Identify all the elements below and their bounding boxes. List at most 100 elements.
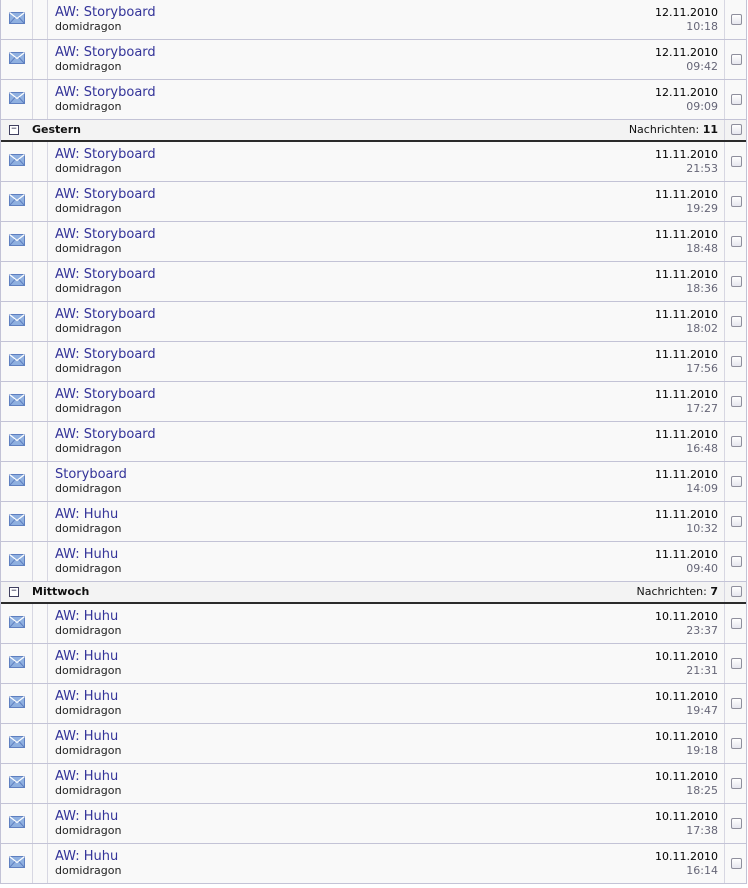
message-row[interactable]: AW: Storyboard domidragon 12.11.2010 10:…: [1, 0, 746, 40]
checkbox-cell: [724, 724, 746, 763]
message-date: 11.11.2010: [655, 508, 718, 521]
message-select-checkbox[interactable]: [731, 618, 742, 629]
checkbox-cell: [724, 422, 746, 461]
message-select-checkbox[interactable]: [731, 858, 742, 869]
message-select-checkbox[interactable]: [731, 54, 742, 65]
message-subject-link[interactable]: AW: Storyboard: [55, 45, 156, 60]
message-select-checkbox[interactable]: [731, 356, 742, 367]
status-cell: [33, 80, 48, 119]
message-icon-cell: [1, 644, 33, 683]
message-row[interactable]: AW: Huhu domidragon 11.11.2010 09:40: [1, 542, 746, 582]
message-select-checkbox[interactable]: [731, 196, 742, 207]
checkbox-cell: [724, 542, 746, 581]
message-row[interactable]: AW: Storyboard domidragon 11.11.2010 18:…: [1, 222, 746, 262]
message-select-checkbox[interactable]: [731, 396, 742, 407]
collapse-minus-icon[interactable]: −: [9, 125, 19, 135]
message-subject-link[interactable]: AW: Storyboard: [55, 267, 156, 282]
checkbox-cell: [724, 182, 746, 221]
message-row[interactable]: AW: Huhu domidragon 10.11.2010 18:25: [1, 764, 746, 804]
group-select-checkbox[interactable]: [731, 124, 742, 135]
message-select-checkbox[interactable]: [731, 436, 742, 447]
message-row[interactable]: AW: Huhu domidragon 10.11.2010 16:14: [1, 844, 746, 884]
message-subject-link[interactable]: AW: Huhu: [55, 609, 118, 624]
message-row[interactable]: AW: Storyboard domidragon 11.11.2010 16:…: [1, 422, 746, 462]
message-row[interactable]: AW: Storyboard domidragon 11.11.2010 18:…: [1, 262, 746, 302]
message-row[interactable]: AW: Storyboard domidragon 11.11.2010 17:…: [1, 342, 746, 382]
message-row[interactable]: AW: Storyboard domidragon 11.11.2010 18:…: [1, 302, 746, 342]
message-date: 10.11.2010: [655, 730, 718, 743]
message-select-checkbox[interactable]: [731, 738, 742, 749]
message-list: AW: Storyboard domidragon 12.11.2010 10:…: [0, 0, 747, 884]
message-row[interactable]: AW: Huhu domidragon 10.11.2010 23:37: [1, 604, 746, 644]
message-icon-cell: [1, 382, 33, 421]
message-subject-link[interactable]: AW: Storyboard: [55, 85, 156, 100]
message-select-checkbox[interactable]: [731, 698, 742, 709]
envelope-icon: [9, 474, 25, 486]
message-time: 18:02: [686, 322, 718, 335]
message-subject-link[interactable]: AW: Huhu: [55, 729, 118, 744]
message-subject-link[interactable]: AW: Huhu: [55, 689, 118, 704]
message-row[interactable]: AW: Storyboard domidragon 11.11.2010 21:…: [1, 142, 746, 182]
message-row[interactable]: AW: Storyboard domidragon 12.11.2010 09:…: [1, 80, 746, 120]
message-subject-link[interactable]: AW: Storyboard: [55, 227, 156, 242]
envelope-icon: [9, 194, 25, 206]
message-date: 11.11.2010: [655, 348, 718, 361]
message-subject-link[interactable]: AW: Huhu: [55, 547, 118, 562]
message-row[interactable]: AW: Huhu domidragon 11.11.2010 10:32: [1, 502, 746, 542]
message-row[interactable]: Storyboard domidragon 11.11.2010 14:09: [1, 462, 746, 502]
message-row[interactable]: AW: Storyboard domidragon 11.11.2010 17:…: [1, 382, 746, 422]
status-cell: [33, 604, 48, 643]
message-time: 23:37: [686, 624, 718, 637]
checkbox-cell: [724, 0, 746, 39]
message-row[interactable]: AW: Huhu domidragon 10.11.2010 17:38: [1, 804, 746, 844]
message-select-checkbox[interactable]: [731, 236, 742, 247]
message-subject-link[interactable]: AW: Huhu: [55, 507, 118, 522]
message-row[interactable]: AW: Huhu domidragon 10.11.2010 19:47: [1, 684, 746, 724]
message-row[interactable]: AW: Storyboard domidragon 12.11.2010 09:…: [1, 40, 746, 80]
message-subject-link[interactable]: AW: Storyboard: [55, 347, 156, 362]
message-select-checkbox[interactable]: [731, 778, 742, 789]
message-icon-cell: [1, 40, 33, 79]
envelope-icon: [9, 52, 25, 64]
message-select-checkbox[interactable]: [731, 156, 742, 167]
message-select-checkbox[interactable]: [731, 658, 742, 669]
message-time: 18:25: [686, 784, 718, 797]
status-cell: [33, 804, 48, 843]
message-sender: domidragon: [55, 522, 122, 535]
message-select-checkbox[interactable]: [731, 94, 742, 105]
message-row[interactable]: AW: Huhu domidragon 10.11.2010 21:31: [1, 644, 746, 684]
message-subject-link[interactable]: AW: Huhu: [55, 649, 118, 664]
message-select-checkbox[interactable]: [731, 556, 742, 567]
message-row[interactable]: AW: Huhu domidragon 10.11.2010 19:18: [1, 724, 746, 764]
checkbox-cell: [724, 222, 746, 261]
message-select-checkbox[interactable]: [731, 316, 742, 327]
message-subject-link[interactable]: AW: Storyboard: [55, 147, 156, 162]
message-subject-link[interactable]: AW: Storyboard: [55, 387, 156, 402]
message-select-checkbox[interactable]: [731, 818, 742, 829]
envelope-icon: [9, 514, 25, 526]
message-subject-link[interactable]: AW: Huhu: [55, 809, 118, 824]
message-subject-link[interactable]: AW: Storyboard: [55, 5, 156, 20]
checkbox-cell: [724, 342, 746, 381]
checkbox-cell: [724, 844, 746, 883]
group-select-checkbox[interactable]: [731, 586, 742, 597]
message-sender: domidragon: [55, 100, 122, 113]
message-subject-link[interactable]: AW: Huhu: [55, 849, 118, 864]
message-time: 09:09: [686, 100, 718, 113]
message-subject-link[interactable]: Storyboard: [55, 467, 127, 482]
message-date: 11.11.2010: [655, 148, 718, 161]
message-select-checkbox[interactable]: [731, 14, 742, 25]
message-row[interactable]: AW: Storyboard domidragon 11.11.2010 19:…: [1, 182, 746, 222]
status-cell: [33, 502, 48, 541]
message-subject-link[interactable]: AW: Storyboard: [55, 307, 156, 322]
status-cell: [33, 724, 48, 763]
message-subject-link[interactable]: AW: Storyboard: [55, 187, 156, 202]
message-subject-link[interactable]: AW: Huhu: [55, 769, 118, 784]
message-select-checkbox[interactable]: [731, 516, 742, 527]
envelope-icon: [9, 234, 25, 246]
message-select-checkbox[interactable]: [731, 276, 742, 287]
envelope-icon: [9, 154, 25, 166]
message-subject-link[interactable]: AW: Storyboard: [55, 427, 156, 442]
message-select-checkbox[interactable]: [731, 476, 742, 487]
collapse-minus-icon[interactable]: −: [9, 587, 19, 597]
